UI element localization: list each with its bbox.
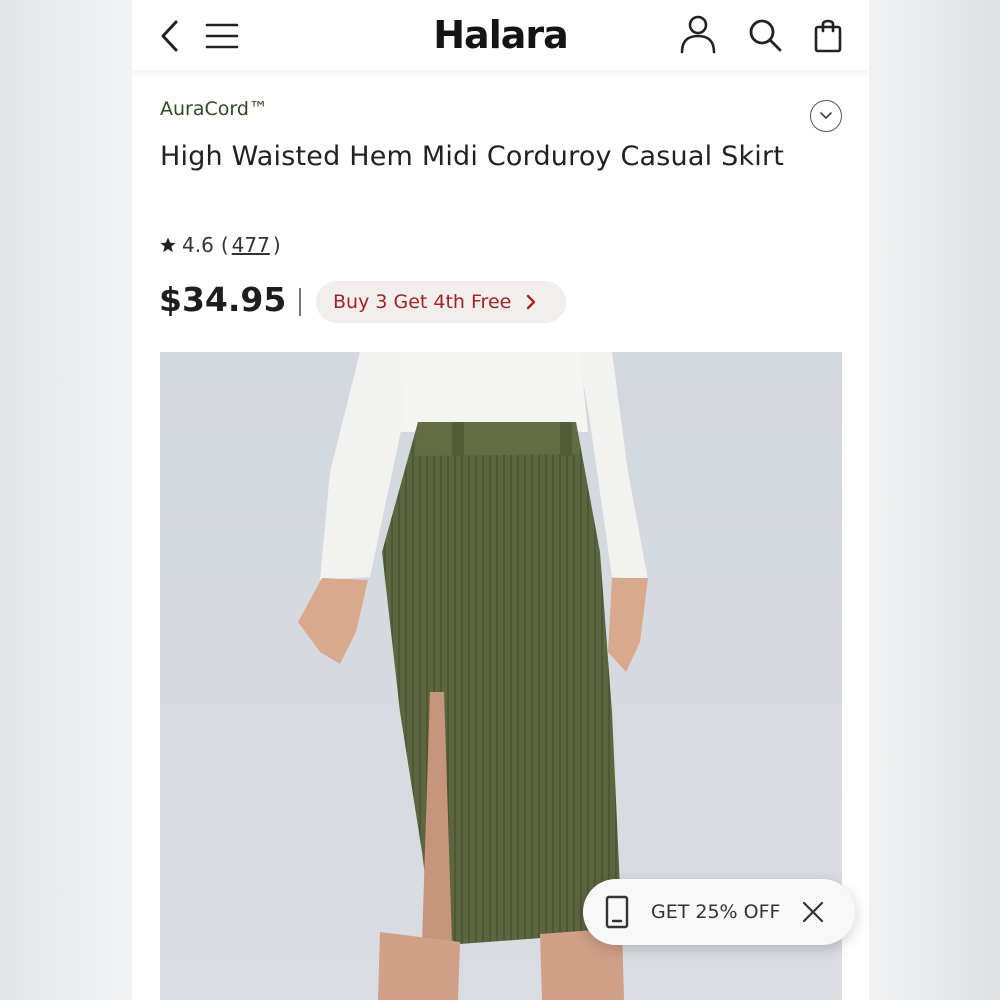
account-button[interactable] bbox=[677, 12, 719, 56]
expand-collapse-button[interactable] bbox=[810, 100, 842, 132]
review-count-link[interactable]: 477 bbox=[232, 233, 270, 257]
promo-button[interactable]: Buy 3 Get 4th Free bbox=[316, 281, 566, 323]
shopping-bag-icon bbox=[814, 19, 842, 53]
rating-close-paren: ) bbox=[272, 233, 281, 257]
product-price: $34.95 bbox=[159, 280, 287, 319]
account-icon bbox=[680, 15, 716, 54]
rating-open-paren: ( bbox=[220, 233, 229, 257]
search-icon bbox=[749, 19, 782, 52]
product-title: High Waisted Hem Midi Corduroy Casual Sk… bbox=[160, 141, 785, 172]
chevron-down-icon bbox=[820, 112, 832, 119]
discount-popup: GET 25% OFF bbox=[583, 879, 855, 945]
background-left bbox=[0, 0, 132, 1000]
chevron-right-icon bbox=[525, 293, 537, 311]
phone-screen: Halara AuraCord™ High Waisted Hem Midi C… bbox=[132, 0, 869, 1000]
price-divider bbox=[299, 288, 301, 316]
get-discount-label[interactable]: GET 25% OFF bbox=[651, 901, 780, 923]
shopping-bag-button[interactable] bbox=[808, 14, 848, 56]
star-icon bbox=[159, 236, 177, 254]
rating-value: 4.6 bbox=[182, 233, 214, 257]
product-rating: 4.6 ( 477 ) bbox=[159, 232, 281, 258]
search-button[interactable] bbox=[744, 14, 786, 56]
mobile-phone-icon bbox=[605, 895, 629, 929]
promo-label: Buy 3 Get 4th Free bbox=[333, 291, 512, 313]
close-icon[interactable] bbox=[802, 901, 824, 923]
brand-label[interactable]: AuraCord™ bbox=[160, 98, 268, 120]
top-navigation-bar: Halara bbox=[132, 0, 869, 70]
background-right bbox=[868, 0, 1000, 1000]
